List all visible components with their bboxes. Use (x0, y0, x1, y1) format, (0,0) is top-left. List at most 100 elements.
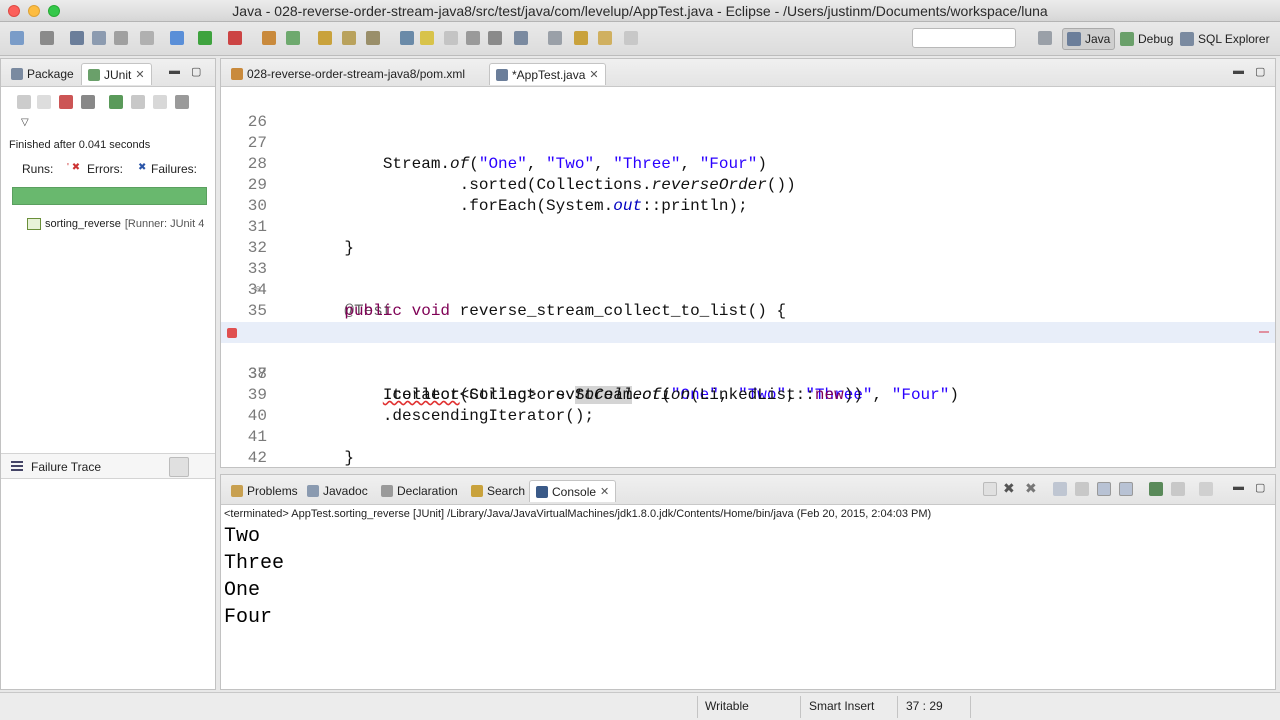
minimize-icon[interactable]: ▬ (1233, 65, 1244, 77)
scroll-lock-icon[interactable] (1075, 482, 1089, 496)
failure-count-icon: ✖ (138, 162, 147, 173)
xml-file-icon (231, 68, 243, 80)
clear-console-icon[interactable] (1053, 482, 1067, 496)
forward-icon[interactable] (598, 31, 612, 45)
tab-declaration[interactable]: Declaration (375, 480, 464, 502)
debug-icon[interactable] (170, 31, 184, 45)
tab-package-explorer[interactable]: Package (5, 63, 80, 85)
open-type-icon[interactable] (318, 31, 332, 45)
overview-ruler-error-icon[interactable] (1259, 331, 1269, 333)
highlight-icon[interactable] (420, 31, 434, 45)
rerun-test-icon[interactable] (109, 95, 123, 109)
new-icon[interactable] (10, 31, 24, 45)
scroll-lock-icon[interactable] (81, 95, 95, 109)
minimize-icon[interactable]: ▬ (169, 65, 180, 77)
save-icon[interactable] (70, 31, 84, 45)
skip-breakpoints-icon[interactable] (140, 31, 154, 45)
tab-problems[interactable]: Problems (225, 480, 304, 502)
perspective-sql-explorer[interactable]: SQL Explorer (1176, 28, 1274, 50)
minimize-icon[interactable]: ▬ (1233, 481, 1244, 493)
tab-apptest-java[interactable]: *AppTest.java ✕ (489, 63, 606, 85)
quick-access-input[interactable] (912, 28, 1016, 48)
tab-junit[interactable]: JUnit ✕ (81, 63, 152, 85)
previous-failure-icon[interactable] (37, 95, 51, 109)
package-icon (11, 68, 23, 80)
new-package-icon[interactable] (286, 31, 300, 45)
show-whitespace-icon[interactable] (488, 31, 502, 45)
close-tab-icon[interactable]: ✕ (135, 68, 144, 81)
close-tab-icon[interactable]: ✕ (589, 68, 598, 81)
console-output-line: Two (224, 525, 261, 548)
remove-launch-icon[interactable]: ✖ (1003, 480, 1017, 496)
run-external-icon[interactable] (228, 31, 242, 45)
open-task-icon[interactable] (342, 31, 356, 45)
close-tab-icon[interactable]: ✕ (600, 485, 609, 498)
code-area[interactable]: 26 27 Stream.of("One", "Two", "Three", "… (221, 91, 1275, 467)
list-icon (11, 461, 23, 471)
code-editor: 028-reverse-order-stream-java8/pom.xml *… (220, 58, 1276, 468)
tab-pom-xml[interactable]: 028-reverse-order-stream-java8/pom.xml (225, 63, 471, 85)
status-bar: Writable Smart Insert 37 : 29 (0, 692, 1280, 720)
title-bar: Java - 028-reverse-order-stream-java8/sr… (0, 0, 1280, 22)
next-failure-icon[interactable] (17, 95, 31, 109)
java-file-icon (496, 68, 508, 81)
annotation-icon[interactable] (400, 31, 414, 45)
failures-label: Failures: (151, 162, 198, 176)
status-separator (970, 696, 971, 718)
view-menu-chevron-icon[interactable]: ▽ (21, 117, 29, 128)
console-output-line: One (224, 579, 261, 602)
word-wrap-icon[interactable] (1097, 482, 1111, 496)
remove-all-terminated-icon[interactable]: ✖ (1025, 480, 1039, 496)
open-icon[interactable] (40, 31, 54, 45)
open-console-icon[interactable] (1199, 482, 1213, 496)
code-line: 30 (221, 175, 1275, 215)
test-item-runner: [Runner: JUnit 4 (124, 218, 205, 230)
stop-test-icon[interactable] (153, 95, 167, 109)
prev-annotation-icon[interactable] (548, 31, 562, 45)
run-icon[interactable] (198, 31, 212, 45)
perspective-debug[interactable]: Debug (1116, 28, 1177, 50)
left-tab-bar: Package JUnit ✕ ▬ ▢ (1, 59, 215, 87)
tab-search[interactable]: Search (465, 480, 531, 502)
tab-javadoc[interactable]: Javadoc (301, 480, 374, 502)
save-all-icon[interactable] (92, 31, 106, 45)
failure-trace-header: Failure Trace (1, 453, 215, 479)
code-line: 31 } (221, 196, 1275, 257)
tab-declaration-label: Declaration (397, 484, 458, 498)
next-annotation-icon[interactable] (514, 31, 528, 45)
block-selection-icon[interactable] (466, 31, 480, 45)
test-tree-item[interactable]: sorting_reverse [Runner: JUnit 4 (27, 218, 204, 230)
debug-perspective-icon (1120, 32, 1134, 46)
test-run-history-icon[interactable] (175, 95, 189, 109)
code-line: 38 .collect(Collectors.toCollection(Link… (221, 343, 1275, 404)
maximize-icon[interactable]: ▢ (1255, 65, 1265, 78)
tab-problems-label: Problems (247, 484, 298, 498)
code-line: 43 ⊖ @Test (221, 448, 1275, 467)
back-icon[interactable] (574, 31, 588, 45)
maximize-icon[interactable]: ▢ (191, 65, 201, 78)
test-class-icon (27, 218, 41, 230)
tab-console[interactable]: Console ✕ (529, 480, 617, 502)
pin-console-icon[interactable] (1149, 482, 1163, 496)
compare-results-button[interactable] (169, 457, 189, 477)
sql-explorer-perspective-icon (1180, 32, 1194, 46)
tab-search-label: Search (487, 484, 526, 498)
maximize-icon[interactable]: ▢ (1255, 481, 1265, 494)
show-console-on-output-icon[interactable] (1119, 482, 1133, 496)
pin-editor-icon[interactable] (624, 31, 638, 45)
perspective-java[interactable]: Java (1062, 28, 1116, 50)
error-marker-icon[interactable] (227, 328, 237, 338)
toggle-mark-icon[interactable] (444, 31, 458, 45)
search-icon[interactable] (366, 31, 380, 45)
new-java-project-icon[interactable] (262, 31, 276, 45)
print-icon[interactable] (114, 31, 128, 45)
code-line: 40 (221, 385, 1275, 425)
open-perspective-icon[interactable] (1038, 31, 1052, 45)
display-selected-console-icon[interactable] (1171, 482, 1185, 496)
show-failures-only-icon[interactable] (59, 95, 73, 109)
terminate-icon[interactable] (983, 482, 997, 496)
console-process-label: <terminated> AppTest.sorting_reverse [JU… (224, 508, 932, 520)
rerun-failed-first-icon[interactable] (131, 95, 145, 109)
tab-junit-label: JUnit (104, 67, 132, 82)
junit-toolbar (1, 87, 215, 117)
